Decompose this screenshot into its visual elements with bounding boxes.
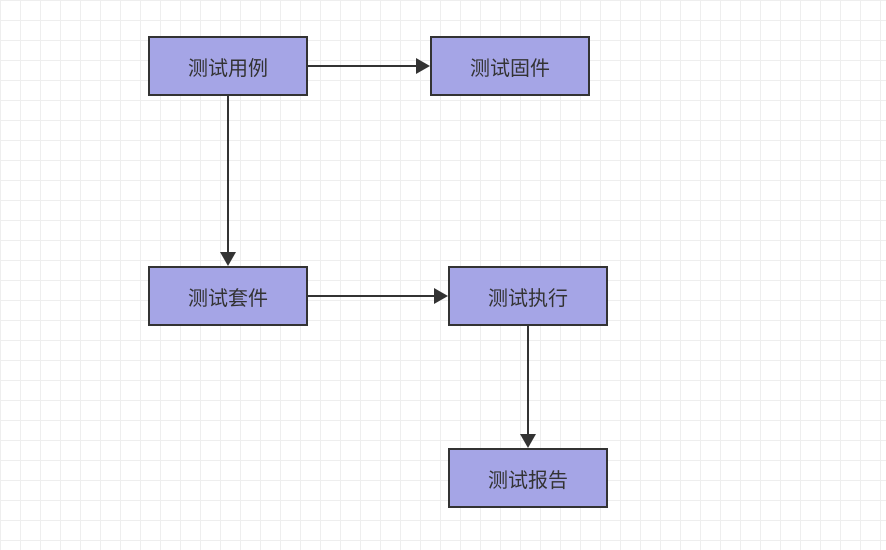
node-test-execute: 测试执行 <box>448 266 608 326</box>
arrowhead-icon <box>220 252 236 266</box>
node-label: 测试报告 <box>488 464 568 493</box>
node-label: 测试套件 <box>188 282 268 311</box>
node-label: 测试执行 <box>488 282 568 311</box>
edge-execute-to-report <box>527 326 529 434</box>
node-test-case: 测试用例 <box>148 36 308 96</box>
edge-case-to-suite <box>227 96 229 252</box>
arrowhead-icon <box>416 58 430 74</box>
edge-case-to-fixture <box>308 65 416 67</box>
arrowhead-icon <box>520 434 536 448</box>
node-test-suite: 测试套件 <box>148 266 308 326</box>
node-test-report: 测试报告 <box>448 448 608 508</box>
node-label: 测试用例 <box>188 52 268 81</box>
arrowhead-icon <box>434 288 448 304</box>
edge-suite-to-execute <box>308 295 434 297</box>
node-label: 测试固件 <box>470 52 550 81</box>
node-test-fixture: 测试固件 <box>430 36 590 96</box>
